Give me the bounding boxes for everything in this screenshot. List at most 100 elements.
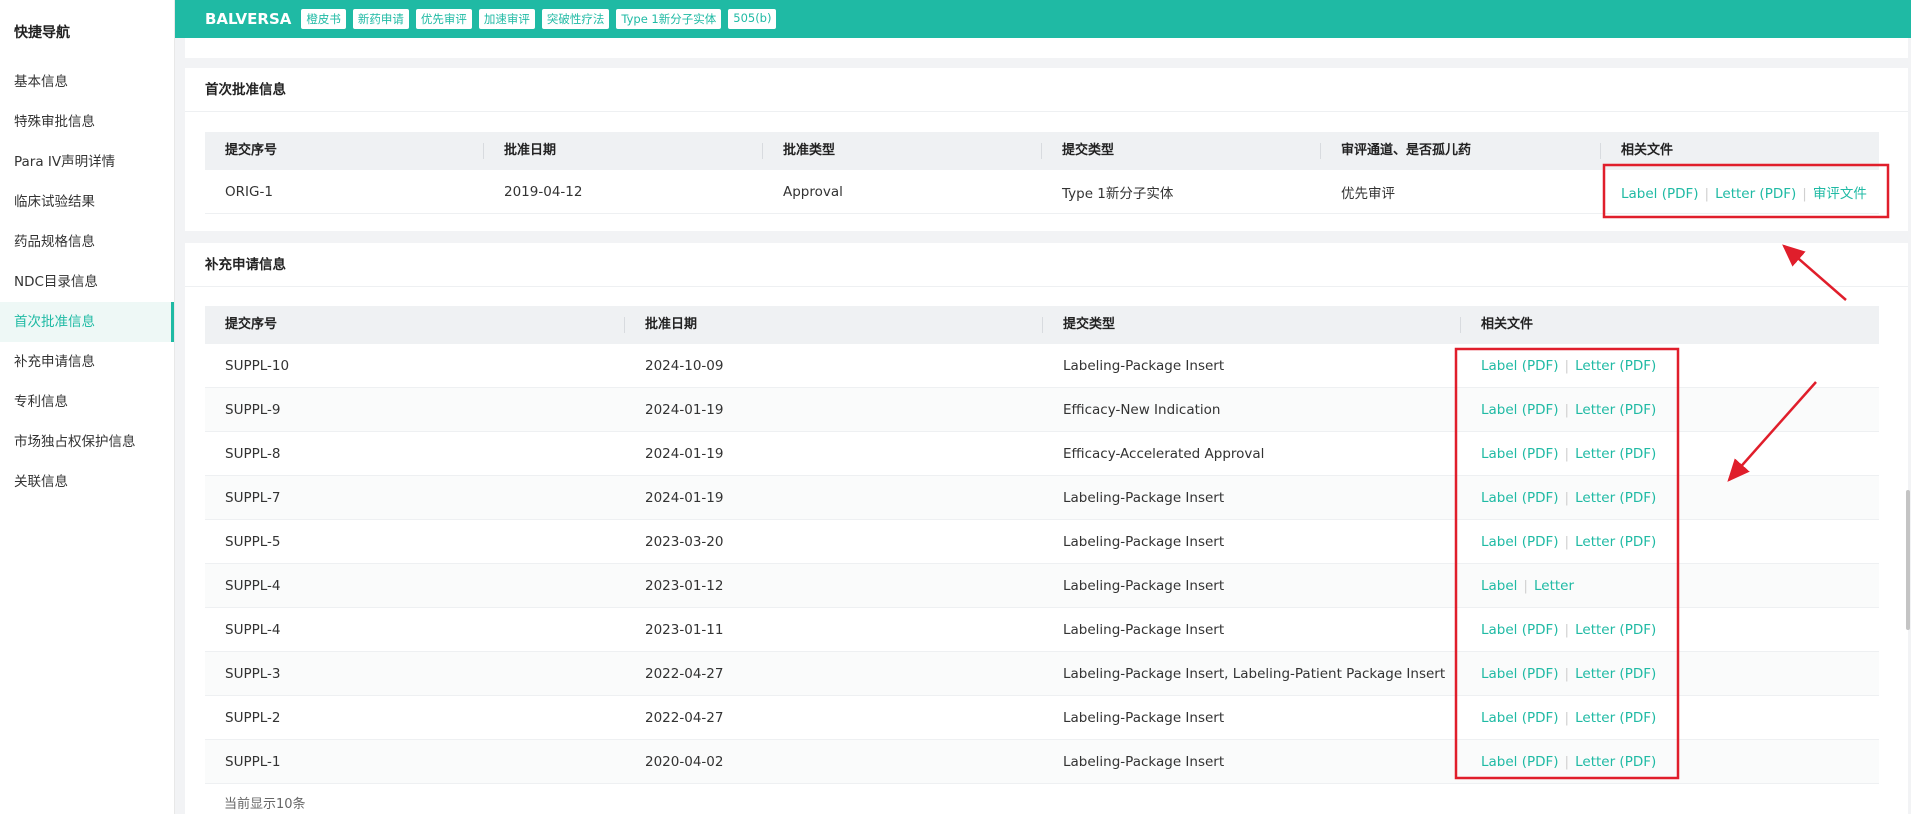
column-header: 提交序号 (205, 306, 625, 344)
file-link[interactable]: Letter (PDF) (1575, 490, 1656, 506)
supplements-card: 补充申请信息 提交序号 批准日期 提交类型 相关文件 SUPPL-10 2024-10-… (185, 243, 1908, 814)
sidebar-item[interactable]: NDC目录信息 (0, 262, 174, 302)
table-row: SUPPL-4 2023-01-12 Labeling-Package Insert… (205, 564, 1879, 608)
file-link[interactable]: Letter (PDF) (1575, 534, 1656, 550)
table-cell: 2024-01-19 (645, 489, 724, 506)
related-files-cell: Label (PDF) | Letter (PDF) (1461, 534, 1879, 550)
table-header: 提交序号 批准日期 提交类型 相关文件 (205, 306, 1879, 344)
file-link[interactable]: Letter (PDF) (1575, 402, 1656, 418)
column-header: 提交序号 (205, 132, 484, 170)
file-link[interactable]: Label (PDF) (1481, 666, 1559, 682)
table-cell: 2024-10-09 (645, 357, 724, 374)
table-cell: SUPPL-10 (225, 357, 290, 374)
first-approval-table: 提交序号 批准日期 批准类型 提交类型 审评通道、是否孤儿药 相关文件 ORIG-1 201… (205, 132, 1879, 214)
file-link[interactable]: Letter (PDF) (1575, 358, 1656, 374)
table-cell: 2023-03-20 (645, 533, 724, 550)
supplements-table: 提交序号 批准日期 提交类型 相关文件 SUPPL-10 2024-10-09 Label… (205, 306, 1879, 784)
column-header: 批准类型 (763, 132, 1042, 170)
table-cell: SUPPL-5 (225, 533, 281, 550)
file-link[interactable]: Letter (PDF) (1715, 186, 1796, 202)
column-header: 提交类型 (1042, 132, 1321, 170)
table-cell: Approval (783, 183, 843, 200)
sidebar-item[interactable]: 首次批准信息 (0, 302, 174, 342)
category-tag: 505(b) (728, 9, 777, 29)
sidebar-item[interactable]: 临床试验结果 (0, 182, 174, 222)
table-cell: Labeling-Package Insert (1063, 577, 1225, 594)
table-cell: 2022-04-27 (645, 665, 724, 682)
file-link[interactable]: Letter (PDF) (1575, 710, 1656, 726)
link-separator: | (1564, 489, 1570, 506)
column-header: 相关文件 (1621, 143, 1674, 158)
file-link[interactable]: Letter (PDF) (1575, 666, 1656, 682)
category-tag: Type 1新分子实体 (616, 9, 722, 29)
table-row: SUPPL-8 2024-01-19 Efficacy-Accelerated Ap… (205, 432, 1879, 476)
sidebar-item[interactable]: 市场独占权保护信息 (0, 422, 174, 462)
table-cell: 2020-04-02 (645, 753, 724, 770)
category-tag: 新药申请 (352, 9, 409, 29)
table-row: SUPPL-4 2023-01-11 Labeling-Package Insert… (205, 608, 1879, 652)
link-separator: | (1564, 753, 1570, 770)
table-body: SUPPL-10 2024-10-09 Labeling-Package Inser… (205, 344, 1879, 784)
file-link[interactable]: Label (PDF) (1481, 534, 1559, 550)
link-separator: | (1564, 621, 1570, 638)
sidebar-item[interactable]: 补充申请信息 (0, 342, 174, 382)
table-cell: Type 1新分子实体 (1062, 185, 1174, 202)
file-link[interactable]: Label (1481, 578, 1517, 594)
link-separator: | (1564, 709, 1570, 726)
table-cell: SUPPL-4 (225, 577, 281, 594)
related-files-cell: Label (PDF) | Letter (PDF) (1461, 622, 1879, 638)
file-link[interactable]: Letter (PDF) (1575, 446, 1656, 462)
file-link[interactable]: Letter (1534, 578, 1574, 594)
table-row: SUPPL-9 2024-01-19 Efficacy-New Indication… (205, 388, 1879, 432)
sidebar-item[interactable]: 关联信息 (0, 462, 174, 502)
file-link[interactable]: Label (PDF) (1481, 710, 1559, 726)
related-files-cell: Label | Letter (1461, 578, 1879, 594)
table-cell: Efficacy-New Indication (1063, 401, 1221, 418)
table-cell: 2024-01-19 (645, 401, 724, 418)
link-separator: | (1564, 445, 1570, 462)
table-cell: ORIG-1 (225, 183, 273, 200)
supplements-title: 补充申请信息 (185, 243, 1908, 287)
table-row: SUPPL-3 2022-04-27 Labeling-Package Insert… (205, 652, 1879, 696)
file-link[interactable]: Letter (PDF) (1575, 754, 1656, 770)
sidebar-item[interactable]: Para IV声明详情 (0, 142, 174, 182)
link-separator: | (1564, 533, 1570, 550)
file-link[interactable]: Letter (PDF) (1575, 622, 1656, 638)
tag-list: 橙皮书 新药申请 优先审评 加速审评 突破性疗法 Type 1新分子实体 505(b) (301, 9, 783, 29)
link-separator: | (1704, 185, 1710, 202)
first-approval-card: 首次批准信息 提交序号 批准日期 批准类型 提交类型 审评通道、是否孤儿药 相关文件 OR… (185, 68, 1908, 231)
sidebar-item[interactable]: 基本信息 (0, 62, 174, 102)
file-link[interactable]: Label (PDF) (1481, 446, 1559, 462)
table-cell: 2023-01-12 (645, 577, 724, 594)
table-cell: Labeling-Package Insert, Labeling-Patien… (1063, 665, 1446, 682)
page-scrollbar[interactable] (1906, 490, 1910, 630)
related-files-cell: Label (PDF) | Letter (PDF) (1461, 710, 1879, 726)
file-link[interactable]: 审评文件 (1813, 186, 1867, 202)
related-files-cell: Label (PDF) | Letter (PDF) (1461, 754, 1879, 770)
table-cell: 优先审评 (1341, 185, 1395, 202)
file-link[interactable]: Label (PDF) (1621, 186, 1699, 202)
sidebar-item[interactable]: 药品规格信息 (0, 222, 174, 262)
link-separator: | (1564, 357, 1570, 374)
file-link[interactable]: Label (PDF) (1481, 358, 1559, 374)
table-cell: Labeling-Package Insert (1063, 709, 1225, 726)
table-cell: SUPPL-1 (225, 753, 281, 770)
file-link[interactable]: Label (PDF) (1481, 402, 1559, 418)
table-cell: SUPPL-7 (225, 489, 281, 506)
table-row: SUPPL-1 2020-04-02 Labeling-Package Insert… (205, 740, 1879, 784)
drug-name: BALVERSA (205, 10, 292, 28)
file-link[interactable]: Label (PDF) (1481, 490, 1559, 506)
sidebar-item[interactable]: 特殊审批信息 (0, 102, 174, 142)
table-cell: Efficacy-Accelerated Approval (1063, 445, 1265, 462)
table-cell: SUPPL-8 (225, 445, 281, 462)
category-tag: 突破性疗法 (541, 9, 610, 29)
row-count-note: 当前显示10条 (224, 797, 306, 812)
link-separator: | (1564, 665, 1570, 682)
file-link[interactable]: Label (PDF) (1481, 754, 1559, 770)
file-link[interactable]: Label (PDF) (1481, 622, 1559, 638)
sidebar-item[interactable]: 专利信息 (0, 382, 174, 422)
column-header: 相关文件 (1481, 317, 1534, 332)
related-files-cell: Label (PDF) | Letter (PDF) (1461, 358, 1879, 374)
table-row: SUPPL-5 2023-03-20 Labeling-Package Insert… (205, 520, 1879, 564)
column-header: 提交类型 (1043, 306, 1461, 344)
